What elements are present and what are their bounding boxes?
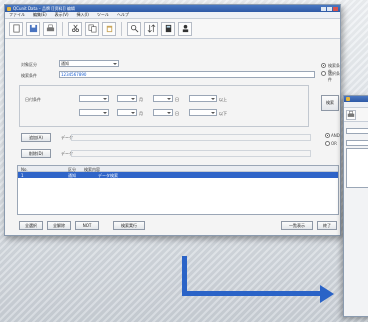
calc-icon	[165, 24, 171, 33]
app-icon	[7, 6, 11, 11]
copy-button[interactable]	[85, 21, 99, 36]
field1-select[interactable]: 通知	[59, 60, 119, 67]
exit-button[interactable]: 終了	[317, 221, 337, 230]
from-suffix: 以上	[219, 97, 227, 102]
date-range-group	[19, 85, 309, 127]
and-label: AND	[331, 133, 340, 138]
menu-tools[interactable]: ツール	[97, 12, 109, 18]
table-row[interactable]: 1 通知 データ検索	[18, 172, 338, 178]
select-option-label: 選択条件	[328, 71, 340, 82]
secondary-window	[343, 95, 368, 317]
menu-view[interactable]: 表示(V)	[55, 12, 69, 18]
results-grid[interactable]: No. 区分 検索内容 1 通知 データ検索	[17, 165, 339, 215]
from-month-select[interactable]	[117, 95, 137, 102]
cut-icon	[71, 24, 79, 33]
maximize-button[interactable]	[327, 6, 332, 11]
grid-cell-kind: 通知	[68, 173, 76, 178]
delete-button[interactable]: 削除(D)	[21, 149, 51, 158]
paste-icon	[106, 25, 112, 33]
range-label: 日付条件	[25, 97, 41, 102]
flow-arrow-horizontal	[182, 291, 322, 296]
secondary-toolbar	[344, 108, 368, 122]
cut-button[interactable]	[68, 21, 82, 36]
user-icon	[182, 24, 188, 33]
from-day-unit: 日	[175, 97, 179, 102]
calc-button[interactable]	[161, 21, 175, 36]
to-month-select[interactable]	[117, 109, 137, 116]
search-button[interactable]: 検索	[321, 95, 339, 111]
to-extra-select[interactable]	[189, 109, 217, 116]
copy-icon	[88, 24, 96, 33]
window-controls	[321, 6, 338, 11]
sort-icon	[147, 24, 155, 33]
to-day-unit: 日	[175, 111, 179, 116]
to-year-select[interactable]	[79, 109, 109, 116]
from-month-unit: 月	[139, 97, 143, 102]
menu-help[interactable]: ヘルプ	[117, 12, 129, 18]
or-radio[interactable]	[325, 141, 330, 146]
to-month-unit: 月	[139, 111, 143, 116]
sort-button[interactable]	[144, 21, 158, 36]
select-option-radio[interactable]	[321, 71, 326, 76]
minimize-button[interactable]	[321, 6, 326, 11]
menu-edit[interactable]: 編集(E)	[33, 12, 47, 18]
new-button[interactable]	[9, 21, 23, 36]
to-day-select[interactable]	[153, 109, 173, 116]
from-extra-select[interactable]	[189, 95, 217, 102]
flow-arrow-head	[320, 285, 334, 303]
field2-input[interactable]: 1234567890	[59, 71, 315, 78]
from-day-select[interactable]	[153, 95, 173, 102]
menu-bar: ファイル 編集(E) 表示(V) 挿入(I) ツール ヘルプ	[5, 12, 340, 19]
deselect-all-button[interactable]: 全解除	[47, 221, 71, 230]
find-icon	[130, 24, 138, 33]
secondary-print-button[interactable]	[346, 109, 356, 120]
from-year-select[interactable]	[79, 95, 109, 102]
select-all-button[interactable]: 全選択	[19, 221, 43, 230]
paste-button[interactable]	[102, 21, 116, 36]
main-window: QCunit Data – 品牌 [[资料]] 编辑 ファイル 編集(E) 表示…	[4, 4, 341, 236]
grid-cell-no: 1	[21, 173, 24, 178]
find-button[interactable]	[127, 21, 141, 36]
title-bar: QCunit Data – 品牌 [[资料]] 编辑	[5, 5, 340, 12]
close-button[interactable]	[333, 6, 338, 11]
or-label: OR	[331, 141, 337, 146]
not-button[interactable]: NOT	[75, 221, 99, 230]
field1-label: 対象区分	[21, 62, 37, 67]
menu-file[interactable]: ファイル	[9, 12, 25, 18]
toolbar-separator	[62, 21, 63, 36]
grid-cell-content: データ検索	[98, 173, 118, 178]
flow-arrow-vertical	[182, 256, 187, 296]
note-b-field	[71, 150, 311, 157]
secondary-app-icon	[346, 97, 350, 101]
print-icon	[347, 111, 355, 117]
list-view-button[interactable]: 一覧表示	[281, 221, 313, 230]
toolbar	[5, 19, 340, 39]
print-icon	[46, 24, 54, 32]
menu-insert[interactable]: 挿入(I)	[77, 12, 89, 18]
secondary-input[interactable]	[346, 128, 368, 134]
secondary-input[interactable]	[346, 140, 368, 146]
save-button[interactable]	[26, 21, 40, 36]
window-title: QCunit Data – 品牌 [[资料]] 编辑	[13, 5, 75, 11]
to-suffix: 以下	[219, 111, 227, 116]
secondary-list[interactable]	[346, 148, 368, 188]
save-icon	[29, 24, 37, 33]
and-radio[interactable]	[325, 133, 330, 138]
add-button[interactable]: 追加(A)	[21, 133, 51, 142]
new-icon	[12, 24, 20, 33]
execute-search-button[interactable]: 検索実行	[113, 221, 145, 230]
note-a-field	[71, 134, 311, 141]
print-button[interactable]	[43, 21, 57, 36]
field1-value: 通知	[61, 61, 69, 66]
toolbar-separator	[121, 21, 122, 36]
search-option-radio[interactable]	[321, 63, 326, 68]
field2-label: 検索条件	[21, 73, 37, 78]
user-button[interactable]	[178, 21, 192, 36]
